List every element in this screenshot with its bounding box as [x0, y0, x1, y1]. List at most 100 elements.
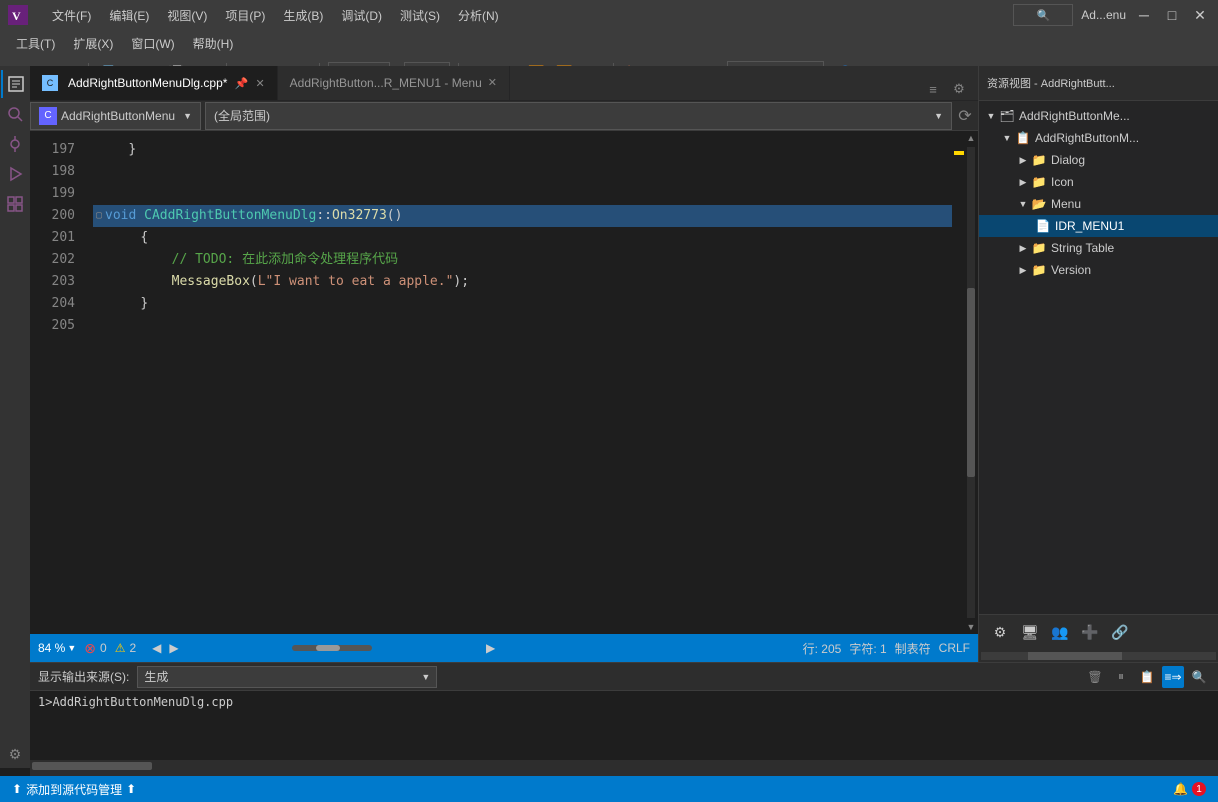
- tree-root-arrow[interactable]: ▼: [983, 108, 999, 124]
- tab-type: 制表符: [895, 640, 931, 657]
- output-pause-button[interactable]: ⏸: [1110, 666, 1132, 688]
- menu-help[interactable]: 帮助(H): [185, 33, 242, 54]
- string-folder-icon: 📁: [1031, 240, 1047, 256]
- warning-count: 2: [129, 641, 136, 655]
- menu-extensions[interactable]: 扩展(X): [65, 33, 121, 54]
- tab-menu-label: AddRightButton...R_MENU1 - Menu: [290, 76, 482, 90]
- scroll-bar[interactable]: [292, 645, 372, 651]
- fold-icon-200[interactable]: ▢: [93, 210, 105, 222]
- sidebar-explorer-icon[interactable]: [1, 70, 29, 98]
- menu-window[interactable]: 窗口(W): [123, 33, 182, 54]
- tree-project[interactable]: ▼ 📋 AddRightButtonM...: [979, 127, 1218, 149]
- output-copy-button[interactable]: 📋: [1136, 666, 1158, 688]
- menu-project[interactable]: 项目(P): [217, 5, 273, 26]
- sidebar-search-icon[interactable]: [1, 100, 29, 128]
- menu-test[interactable]: 测试(S): [392, 5, 448, 26]
- solution-explorer-header: 资源视图 - AddRightButt...: [979, 66, 1218, 101]
- sidebar-settings-icon[interactable]: ⚙: [1, 740, 29, 768]
- se-link-button[interactable]: 🔗: [1107, 620, 1133, 646]
- bell-button[interactable]: 🔔 1: [1173, 782, 1206, 796]
- method-selector[interactable]: (全局范围) ▼: [205, 102, 952, 130]
- tab-overflow-button[interactable]: ≡: [922, 78, 944, 100]
- minimize-button[interactable]: ─: [1134, 5, 1154, 25]
- tree-icon-folder[interactable]: ▶ 📁 Icon: [979, 171, 1218, 193]
- sidebar-debug-icon[interactable]: [1, 160, 29, 188]
- tree-root-label: AddRightButtonMe...: [1019, 109, 1130, 123]
- h-scroll-thumb[interactable]: [32, 762, 152, 770]
- code-line-199: [93, 183, 952, 205]
- tree-idr-menu1[interactable]: 📄 IDR_MENU1: [979, 215, 1218, 237]
- se-add-button[interactable]: ➕: [1077, 620, 1103, 646]
- scroll-thumb[interactable]: [967, 288, 975, 476]
- tree-idr-label: IDR_MENU1: [1055, 219, 1124, 233]
- source-control-label: 添加到源代码管理: [26, 781, 122, 798]
- tab-cpp-close[interactable]: ✕: [255, 77, 264, 90]
- sidebar-extensions-icon[interactable]: [1, 190, 29, 218]
- class-selector[interactable]: C AddRightButtonMenu ▼: [30, 102, 201, 130]
- tree-version-arrow[interactable]: ▶: [1015, 262, 1031, 278]
- menu-tools[interactable]: 工具(T): [8, 33, 63, 54]
- right-panel-scrollbar[interactable]: [979, 650, 1218, 662]
- restore-button[interactable]: □: [1162, 5, 1182, 25]
- tab-menu-close[interactable]: ✕: [488, 76, 497, 89]
- source-control-button[interactable]: ⬆ 添加到源代码管理 ⬆: [12, 781, 136, 798]
- error-count: 0: [100, 641, 107, 655]
- vs-logo: V: [8, 5, 28, 25]
- tree-version-folder[interactable]: ▶ 📁 Version: [979, 259, 1218, 281]
- output-clear-button[interactable]: 🗑: [1084, 666, 1106, 688]
- code-content[interactable]: } ▢ void CAddRightButtonMenuDlg::On32773…: [85, 131, 952, 634]
- right-scroll-thumb[interactable]: [1028, 652, 1122, 660]
- close-button[interactable]: ✕: [1190, 5, 1210, 25]
- left-sidebar: ⚙: [0, 66, 30, 768]
- tab-settings-button[interactable]: ⚙: [948, 78, 970, 100]
- output-source-dropdown[interactable]: 生成 ▼: [137, 666, 437, 688]
- scroll-up-arrow[interactable]: ▲: [964, 131, 978, 145]
- tree-dialog-label: Dialog: [1051, 153, 1085, 167]
- tree-dialog-arrow[interactable]: ▶: [1015, 152, 1031, 168]
- tree-string-arrow[interactable]: ▶: [1015, 240, 1031, 256]
- tree-root[interactable]: ▼ 🗂 AddRightButtonMe...: [979, 105, 1218, 127]
- right-nav-button[interactable]: ▶: [486, 641, 495, 655]
- warning-indicator[interactable]: ⚠ 2: [115, 641, 136, 655]
- se-filter-button[interactable]: 🖥: [1017, 620, 1043, 646]
- menu-bar: 文件(F) 编辑(E) 视图(V) 项目(P) 生成(B) 调试(D) 测试(S…: [44, 5, 997, 26]
- code-line-198: [93, 161, 952, 183]
- tree-string-folder[interactable]: ▶ 📁 String Table: [979, 237, 1218, 259]
- right-scroll-track[interactable]: [981, 652, 1216, 660]
- se-properties-button[interactable]: ⚙: [987, 620, 1013, 646]
- scroll-down-arrow[interactable]: ▼: [964, 620, 978, 634]
- code-editor[interactable]: 197 198 199 200 201 202 203 204 205 }: [30, 131, 978, 634]
- error-indicator[interactable]: ⊗ 0: [84, 640, 106, 657]
- tree-dialog-folder[interactable]: ▶ 📁 Dialog: [979, 149, 1218, 171]
- tab-cpp-file[interactable]: C AddRightButtonMenuDlg.cpp* 📌 ✕: [30, 66, 278, 100]
- solution-explorer-title: 资源视图 - AddRightButt...: [987, 75, 1210, 91]
- bottom-scrollbar[interactable]: [30, 760, 1218, 772]
- editor-scrollbar[interactable]: ▲ ▼: [964, 131, 978, 634]
- output-find-button[interactable]: 🔍: [1188, 666, 1210, 688]
- sidebar-git-icon[interactable]: [1, 130, 29, 158]
- pin-icon[interactable]: 📌: [233, 75, 249, 91]
- zoom-dropdown[interactable]: 84 % ▼: [38, 641, 76, 655]
- menu-edit[interactable]: 编辑(E): [101, 5, 157, 26]
- tab-menu[interactable]: AddRightButton...R_MENU1 - Menu ✕: [278, 66, 510, 100]
- scroll-track[interactable]: [967, 147, 975, 618]
- tree-menu-folder[interactable]: ▼ 📂 Menu: [979, 193, 1218, 215]
- func-bar-sync-button[interactable]: ⟳: [952, 103, 978, 129]
- tree-icon-arrow[interactable]: ▶: [1015, 174, 1031, 190]
- menu-debug[interactable]: 调试(D): [333, 5, 390, 26]
- menu-view[interactable]: 视图(V): [159, 5, 215, 26]
- nav-prev-button[interactable]: ◀: [152, 641, 161, 655]
- tree-menu-arrow[interactable]: ▼: [1015, 196, 1031, 212]
- code-line-204: }: [93, 293, 952, 315]
- search-box[interactable]: 🔍: [1013, 4, 1073, 26]
- bell-icon: 🔔: [1173, 782, 1188, 796]
- scroll-pos: [316, 645, 340, 651]
- cursor-row: 行: 205: [803, 640, 842, 657]
- tree-proj-arrow[interactable]: ▼: [999, 130, 1015, 146]
- menu-analyze[interactable]: 分析(N): [450, 5, 507, 26]
- output-wrap-button[interactable]: ≡⇒: [1162, 666, 1184, 688]
- menu-build[interactable]: 生成(B): [275, 5, 331, 26]
- se-sync-button[interactable]: 👥: [1047, 620, 1073, 646]
- nav-next-button[interactable]: ▶: [169, 641, 178, 655]
- menu-file[interactable]: 文件(F): [44, 5, 99, 26]
